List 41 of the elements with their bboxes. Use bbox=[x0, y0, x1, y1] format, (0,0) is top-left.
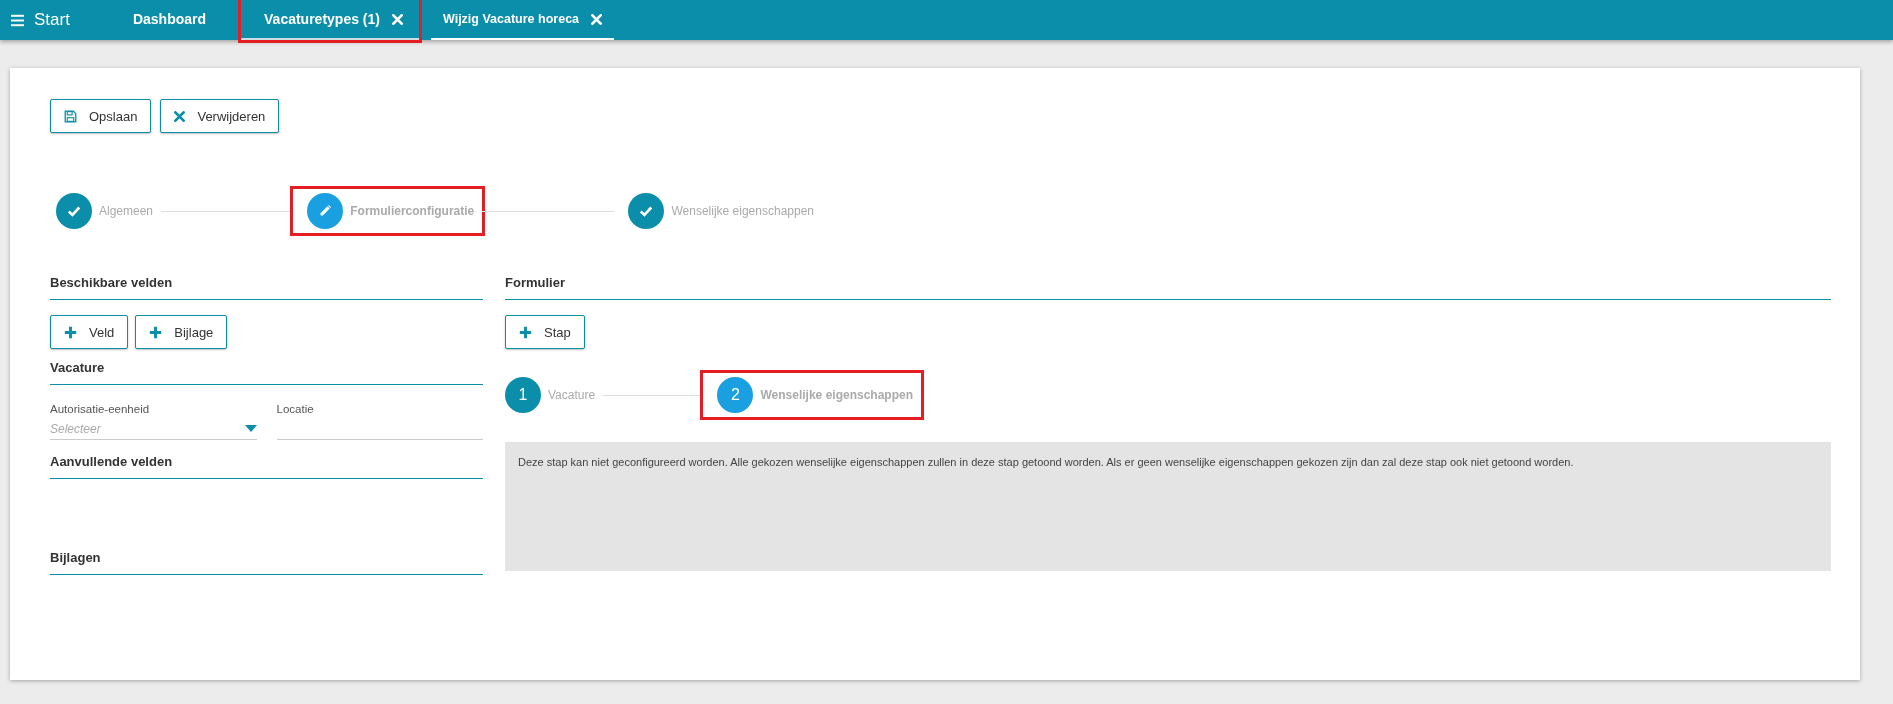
pencil-icon bbox=[318, 204, 333, 218]
field-label: Autorisatie-eenheid bbox=[50, 403, 151, 415]
plus-icon bbox=[149, 325, 163, 339]
wizard-step[interactable]: 1 Vacature bbox=[491, 373, 604, 417]
close-icon bbox=[174, 110, 186, 122]
section-heading: Bijlagen bbox=[50, 550, 483, 575]
plus-icon bbox=[64, 325, 77, 339]
menu-icon bbox=[10, 13, 25, 27]
section-heading: Beschikbare velden bbox=[50, 275, 483, 300]
menu-button[interactable]: Start bbox=[0, 0, 104, 40]
plus-icon bbox=[519, 325, 532, 339]
step-label: Wenselijke eigenschappen bbox=[671, 204, 814, 218]
wizard-step[interactable]: Wenselijke eigenschappen bbox=[614, 189, 822, 233]
step-number: 2 bbox=[717, 377, 754, 413]
tab[interactable]: Wijzig Vacature horeca bbox=[431, 0, 615, 40]
add-attachment-button[interactable]: Bijlage bbox=[135, 315, 228, 349]
caret-down-icon bbox=[244, 425, 257, 432]
tab[interactable]: Dashboard bbox=[109, 0, 230, 40]
step-number: 1 bbox=[505, 377, 541, 413]
wizard-step[interactable]: Algemeen bbox=[42, 189, 162, 233]
checkmark-icon bbox=[67, 204, 81, 218]
wizard-step[interactable]: 2 Wenselijke eigenschappen bbox=[703, 373, 921, 417]
close-icon[interactable] bbox=[591, 13, 603, 25]
section-heading: Vacature bbox=[50, 360, 483, 385]
delete-button[interactable]: Verwijderen bbox=[160, 99, 280, 133]
checkmark-icon bbox=[639, 204, 654, 218]
select-field[interactable]: Selecteer bbox=[50, 418, 257, 440]
field-label: Locatie bbox=[276, 403, 315, 415]
wizard-step[interactable]: Formulierconfiguratie bbox=[293, 189, 483, 233]
step-label: Vacature bbox=[548, 388, 596, 402]
step-label: Algemeen bbox=[99, 204, 154, 218]
add-step-button[interactable]: Stap bbox=[505, 315, 585, 349]
step-label: Wenselijke eigenschappen bbox=[760, 388, 913, 402]
add-field-button[interactable]: Veld bbox=[50, 315, 129, 349]
section-heading: Formulier bbox=[505, 275, 1831, 300]
section-heading: Aanvullende velden bbox=[50, 454, 483, 479]
save-button[interactable]: Opslaan bbox=[50, 99, 152, 133]
step-label: Formulierconfiguratie bbox=[350, 204, 475, 218]
info-message: Deze stap kan niet geconfigureerd worden. Alle gekozen wenselijke eigenschappen zullen in deze stap getoond worden. Als er geen wenselijke eigenschappen gekozen zijn dan zal deze stap ook niet getoond worden. bbox=[505, 442, 1831, 571]
tab[interactable]: Vacaturetypes (1) bbox=[241, 0, 419, 40]
close-icon[interactable] bbox=[392, 13, 403, 25]
